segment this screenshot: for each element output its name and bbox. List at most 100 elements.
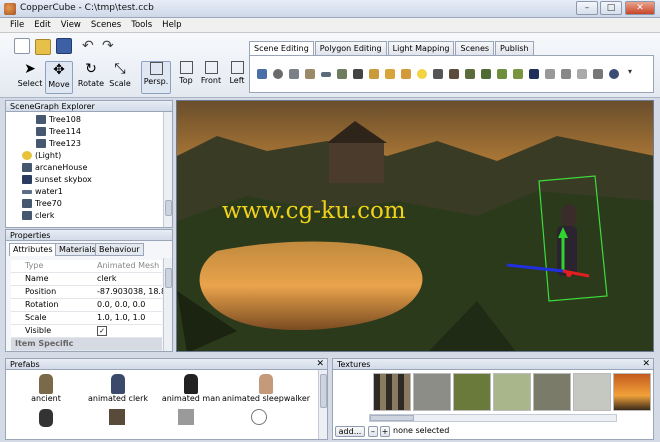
cube-icon[interactable] [257, 69, 267, 79]
menu-tools[interactable]: Tools [131, 20, 152, 30]
new-file-icon[interactable] [14, 38, 30, 54]
texture-thumbnail[interactable] [413, 373, 451, 411]
sphere-icon[interactable] [273, 69, 283, 79]
prefab-thumbnail[interactable] [39, 409, 53, 427]
tab-scenes[interactable]: Scenes [455, 41, 495, 56]
minimize-button[interactable]: – [576, 1, 598, 15]
texture-thumbnail[interactable] [453, 373, 491, 411]
save-icon[interactable] [56, 38, 72, 54]
view-left-button[interactable]: Left [223, 61, 251, 85]
prefab-thumbnail[interactable] [178, 409, 194, 425]
property-row-name[interactable]: Name clerk [11, 273, 162, 286]
menu-scenes[interactable]: Scenes [91, 20, 121, 30]
item-specific-section[interactable]: Item Specific [11, 338, 162, 351]
texture-thumbnail[interactable] [613, 373, 651, 411]
properties-scrollbar[interactable] [163, 258, 172, 351]
overlay-icon[interactable] [577, 69, 587, 79]
prefabs-scrollbar[interactable] [318, 370, 327, 439]
mesh-icon[interactable] [353, 69, 363, 79]
open-folder-icon[interactable] [35, 39, 51, 55]
close-window-button[interactable]: ✕ [625, 1, 655, 15]
add-texture-button[interactable]: add... [335, 426, 365, 437]
position-field[interactable]: -87.903038, 18.8775 [97, 286, 163, 298]
grass-icon[interactable] [465, 69, 475, 79]
tool-move-button[interactable]: ✥ Move [45, 61, 73, 94]
property-row-position[interactable]: Position -87.903038, 18.8775 [11, 286, 163, 299]
scrollbar-thumb[interactable] [165, 200, 172, 216]
3d-viewport[interactable] [176, 100, 654, 352]
add-texture-plus-button[interactable]: + [380, 426, 390, 437]
tab-materials[interactable]: Materials [55, 243, 100, 256]
bush-icon[interactable] [481, 69, 491, 79]
tree-item-light[interactable]: (Light) [22, 150, 61, 162]
tree-item-water1[interactable]: water1 [22, 186, 63, 198]
tree-item-tree114[interactable]: Tree114 [36, 126, 81, 138]
menu-help[interactable]: Help [162, 20, 181, 30]
tab-scene-editing[interactable]: Scene Editing [249, 41, 314, 56]
close-prefabs-icon[interactable]: ✕ [316, 359, 324, 370]
tab-polygon-editing[interactable]: Polygon Editing [314, 41, 387, 56]
rotation-field[interactable]: 0.0, 0.0, 0.0 [97, 299, 163, 311]
tab-publish[interactable]: Publish [495, 41, 534, 56]
tab-behaviour[interactable]: Behaviour [95, 243, 144, 256]
shape-icon[interactable] [609, 69, 619, 79]
tree-item-tree108[interactable]: Tree108 [36, 114, 81, 126]
scale-field[interactable]: 1.0, 1.0, 1.0 [97, 312, 163, 324]
tree-item-sunset-skybox[interactable]: sunset skybox [22, 174, 92, 186]
tab-attributes[interactable]: Attributes [9, 243, 57, 256]
more-dropdown-icon[interactable]: ▾ [628, 67, 632, 76]
button-2d-icon[interactable] [593, 69, 603, 79]
remove-texture-button[interactable]: – [368, 426, 378, 437]
menu-view[interactable]: View [61, 20, 81, 30]
billboard-icon[interactable] [401, 69, 411, 79]
terrain-icon[interactable] [337, 69, 347, 79]
prefab-thumbnail[interactable] [251, 409, 267, 425]
cylinder-icon[interactable] [289, 69, 299, 79]
tool-rotate-button[interactable]: ↻ Rotate [77, 61, 105, 88]
light-icon[interactable] [417, 69, 427, 79]
redo-icon[interactable]: ↷ [102, 38, 114, 54]
tool-select-button[interactable]: ➤ Select [16, 61, 44, 88]
skybox-icon[interactable] [529, 69, 539, 79]
water-icon[interactable] [513, 69, 523, 79]
prefab-animated-sleepwalker[interactable]: animated sleepwalker [220, 374, 312, 403]
maximize-button[interactable]: □ [600, 1, 622, 15]
tool-scale-button[interactable]: ⤡ Scale [106, 61, 134, 88]
scrollbar-thumb[interactable] [370, 415, 414, 421]
cone-icon[interactable] [305, 69, 315, 79]
textures-scrollbar[interactable] [369, 414, 617, 422]
tab-light-mapping[interactable]: Light Mapping [387, 41, 455, 56]
texture-thumbnail[interactable] [493, 373, 531, 411]
text-icon[interactable] [385, 69, 395, 79]
texture-thumbnail[interactable] [573, 373, 611, 411]
property-row-scale[interactable]: Scale 1.0, 1.0, 1.0 [11, 312, 162, 325]
tree-item-clerk[interactable]: clerk [22, 210, 54, 222]
prefab-animated-man[interactable]: animated man [151, 374, 231, 403]
texture-thumbnail[interactable] [373, 373, 411, 411]
property-row-rotation[interactable]: Rotation 0.0, 0.0, 0.0 [11, 299, 162, 312]
scrollbar-thumb[interactable] [320, 374, 327, 408]
plane-icon[interactable] [321, 72, 331, 77]
view-front-button[interactable]: Front [197, 61, 225, 85]
prefab-ancient[interactable]: ancient [6, 374, 86, 403]
prefab-animated-clerk[interactable]: animated clerk [78, 374, 158, 403]
tree-icon[interactable] [449, 69, 459, 79]
sound-icon[interactable] [545, 69, 555, 79]
name-field[interactable]: clerk [97, 273, 163, 285]
undo-icon[interactable]: ↶ [82, 38, 94, 54]
menu-edit[interactable]: Edit [34, 20, 50, 30]
house-icon[interactable] [369, 69, 379, 79]
menu-file[interactable]: File [10, 20, 24, 30]
view-top-button[interactable]: Top [172, 61, 200, 85]
scrollbar-thumb[interactable] [165, 268, 172, 288]
tree-item-tree123[interactable]: Tree123 [36, 138, 81, 150]
camera-icon[interactable] [433, 69, 443, 79]
tree-item-arcanehouse[interactable]: arcaneHouse [22, 162, 87, 174]
tree-item-tree70[interactable]: Tree70 [22, 198, 62, 210]
close-textures-icon[interactable]: ✕ [642, 359, 650, 370]
prefab-thumbnail[interactable] [109, 409, 125, 425]
texture-thumbnail[interactable] [533, 373, 571, 411]
visible-checkbox[interactable]: ✓ [97, 326, 107, 336]
view-perspective-button[interactable]: Persp. [141, 61, 171, 94]
scenegraph-scrollbar[interactable] [163, 112, 172, 227]
